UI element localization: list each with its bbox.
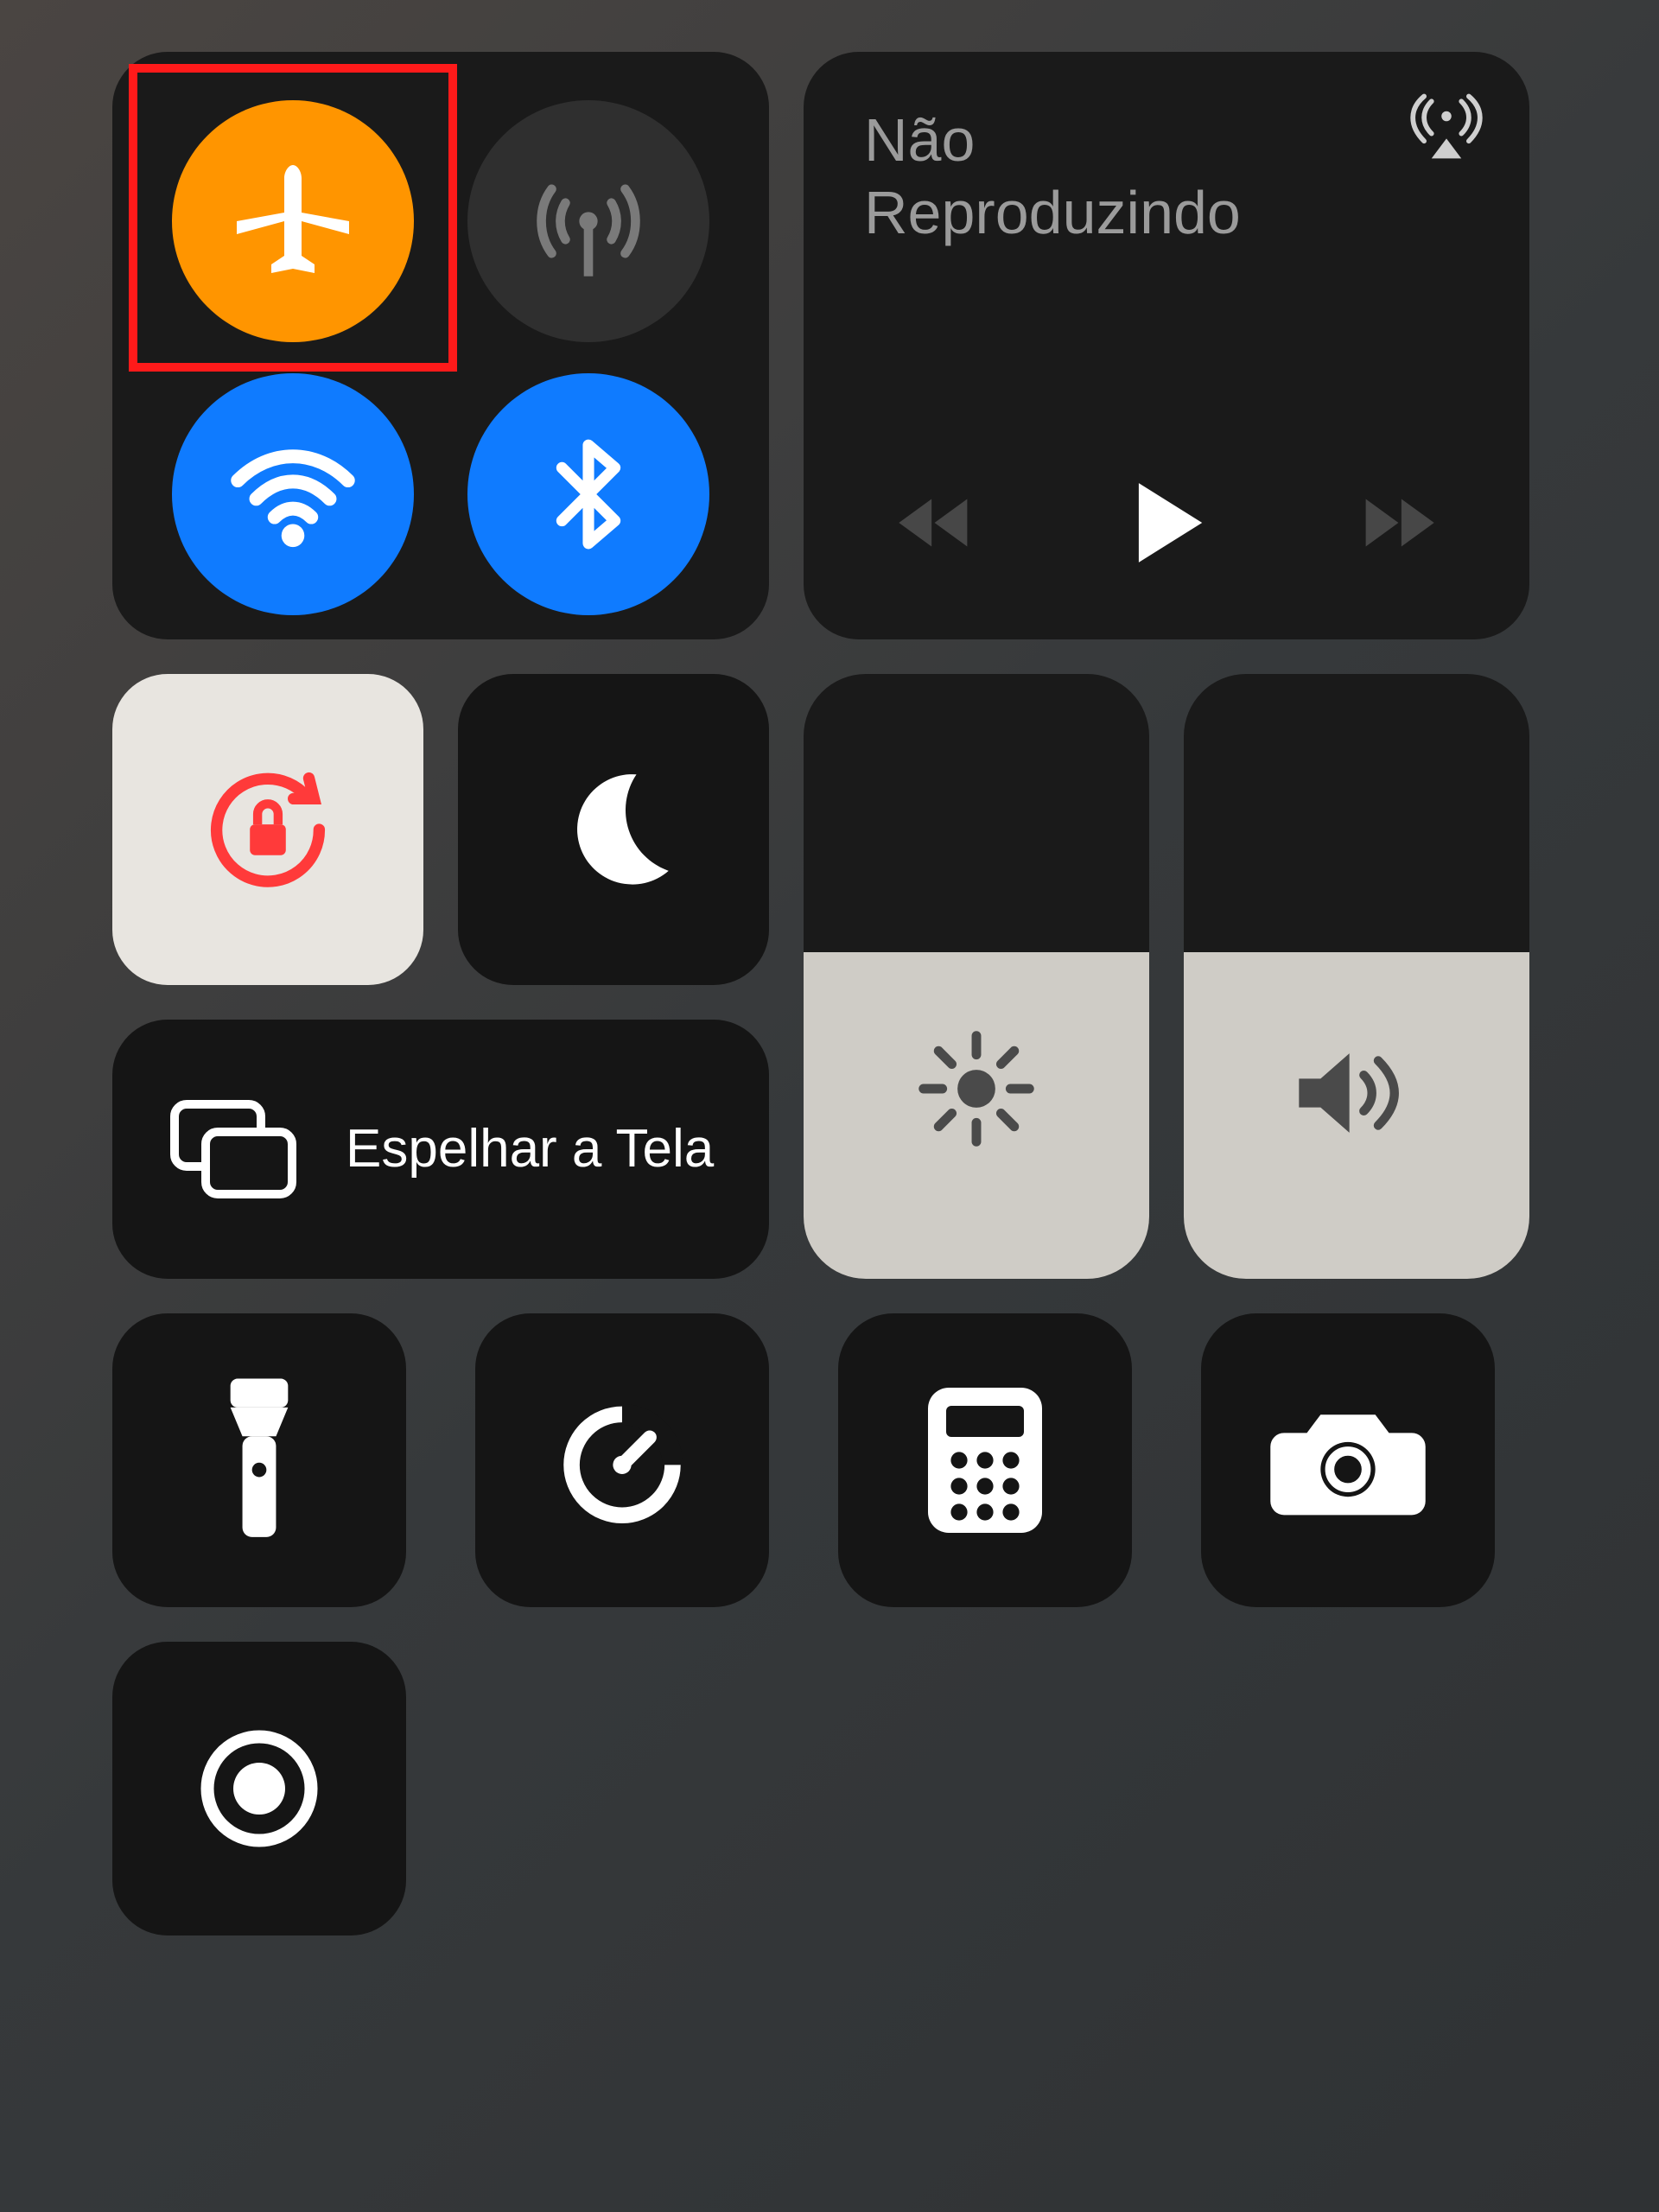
- wifi-icon: [219, 421, 366, 568]
- calculator-icon: [920, 1382, 1050, 1538]
- row-screen-record: [112, 1642, 1616, 1936]
- airplay-icon[interactable]: [1407, 86, 1486, 166]
- airplane-mode-button[interactable]: [172, 100, 414, 342]
- media-panel[interactable]: Não Reproduzindo: [804, 52, 1529, 639]
- volume-slider[interactable]: [1184, 674, 1529, 1279]
- airplane-icon: [224, 152, 362, 290]
- camera-icon: [1266, 1395, 1430, 1525]
- volume-icon: [1292, 1037, 1421, 1149]
- bluetooth-button[interactable]: [467, 373, 709, 615]
- flashlight-icon: [207, 1374, 311, 1547]
- control-center: Não Reproduzindo: [112, 52, 1616, 1970]
- do-not-disturb-button[interactable]: [458, 674, 769, 985]
- cellular-data-button[interactable]: [467, 100, 709, 342]
- wifi-button[interactable]: [172, 373, 414, 615]
- flashlight-button[interactable]: [112, 1313, 406, 1607]
- now-playing-label: Não Reproduzindo: [864, 104, 1348, 249]
- screen-mirroring-button[interactable]: Espelhar a Tela: [112, 1020, 769, 1279]
- screen-record-button[interactable]: [112, 1642, 406, 1936]
- cellular-antenna-icon: [515, 148, 662, 295]
- row-toggles-sliders: Espelhar a Tela: [112, 674, 1616, 1279]
- moon-icon: [540, 756, 687, 903]
- row-connectivity-media: Não Reproduzindo: [112, 52, 1616, 639]
- timer-icon: [549, 1387, 696, 1534]
- screen-mirroring-icon: [164, 1093, 302, 1205]
- orientation-lock-button[interactable]: [112, 674, 423, 985]
- previous-track-button[interactable]: [890, 484, 985, 562]
- camera-button[interactable]: [1201, 1313, 1495, 1607]
- orientation-lock-icon: [186, 747, 350, 912]
- screen-mirroring-label: Espelhar a Tela: [346, 1117, 714, 1181]
- brightness-slider[interactable]: [804, 674, 1149, 1279]
- calculator-button[interactable]: [838, 1313, 1132, 1607]
- bluetooth-icon: [528, 434, 649, 555]
- next-track-button[interactable]: [1348, 484, 1443, 562]
- screen-record-icon: [190, 1719, 328, 1858]
- timer-button[interactable]: [475, 1313, 769, 1607]
- brightness-icon: [916, 1028, 1037, 1149]
- media-transport-controls: [864, 475, 1469, 596]
- row-shortcuts: [112, 1313, 1616, 1607]
- play-button[interactable]: [1119, 475, 1214, 570]
- connectivity-panel[interactable]: [112, 52, 769, 639]
